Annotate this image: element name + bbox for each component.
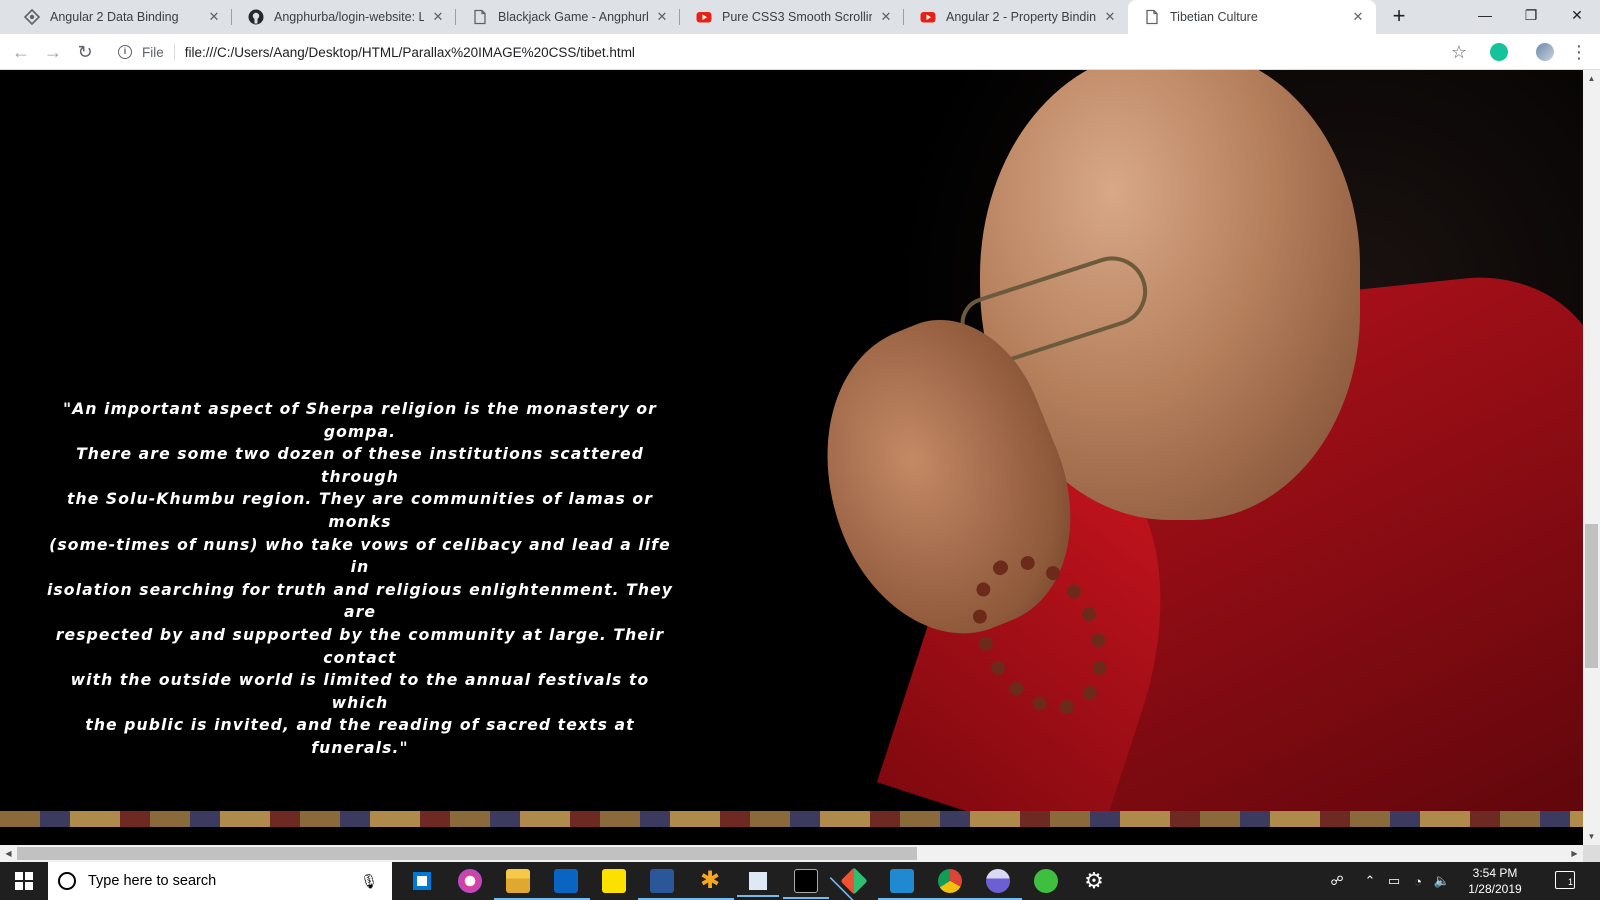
angular-favicon-icon [24, 9, 40, 25]
app-icon[interactable] [974, 869, 1022, 900]
grammarly-extension-icon[interactable] [1490, 43, 1508, 61]
youtube-favicon-icon [696, 9, 712, 25]
quote-line: There are some two dozen of these instit… [76, 445, 644, 486]
calculator-icon[interactable] [737, 869, 779, 897]
minimize-button[interactable]: — [1462, 0, 1508, 30]
tab-title: Angular 2 - Property Binding - [946, 10, 1096, 24]
people-icon[interactable]: ☍ [1326, 862, 1348, 900]
battery-icon[interactable]: ▭ [1384, 862, 1404, 900]
quote-line: respected by and supported by the commun… [55, 625, 665, 667]
taskbar-search-box[interactable]: Type here to search 🎙 [48, 862, 392, 900]
tab-title: Angular 2 Data Binding [50, 10, 179, 24]
sticky-notes-icon[interactable] [602, 869, 626, 893]
microphone-icon[interactable]: 🎙 [360, 873, 378, 890]
monk-portrait-image [810, 70, 1583, 827]
quote-line: (some-times of nuns) who take vows of ce… [49, 535, 671, 577]
wifi-icon[interactable]: ◔ [1408, 862, 1428, 900]
quote-line: isolation searching for truth and religi… [46, 580, 674, 622]
settings-icon[interactable]: ⚙ [1082, 869, 1106, 893]
store-icon[interactable] [410, 869, 434, 893]
git-icon[interactable] [840, 867, 868, 895]
show-hidden-icons-chevron-icon[interactable]: ⌃ [1360, 862, 1380, 900]
vertical-scroll-thumb[interactable] [1585, 524, 1598, 668]
back-button[interactable]: ← [9, 40, 33, 64]
next-section-image-strip [0, 811, 1583, 827]
clock-date: 1/28/2019 [1468, 882, 1522, 896]
scroll-right-arrow-icon[interactable]: ▶ [1566, 845, 1583, 862]
notification-count: 1 [1567, 877, 1573, 887]
close-icon[interactable]: ✕ [206, 9, 222, 25]
windows-taskbar: Type here to search 🎙 ✱ ⚙ ☍ ⌃ ▭ ◔ 🔈 3:54… [0, 862, 1600, 900]
terminal-icon[interactable] [783, 869, 829, 899]
tab-title: Blackjack Game - Angphurba S [498, 10, 648, 24]
github-favicon-icon [248, 9, 264, 25]
close-icon[interactable]: ✕ [1350, 9, 1366, 25]
scrollbar-corner [1583, 845, 1600, 862]
outlook-icon[interactable] [542, 869, 590, 900]
document-favicon-icon [1144, 9, 1160, 25]
tab-blackjack-game[interactable]: Blackjack Game - Angphurba S ✕ [456, 0, 680, 34]
close-icon[interactable]: ✕ [430, 9, 446, 25]
restore-button[interactable]: ❐ [1508, 0, 1554, 30]
hero-section: "An important aspect of Sherpa religion … [0, 70, 1583, 827]
close-window-button[interactable]: ✕ [1554, 0, 1600, 30]
close-icon[interactable]: ✕ [878, 9, 894, 25]
kebab-menu-icon[interactable]: ⋮ [1570, 41, 1588, 63]
tab-github-login-website[interactable]: Angphurba/login-website: Log ✕ [232, 0, 456, 34]
scroll-down-arrow-icon[interactable]: ▼ [1583, 828, 1600, 845]
tab-tibetian-culture[interactable]: Tibetian Culture ✕ [1128, 0, 1376, 34]
info-icon[interactable]: i [118, 45, 132, 59]
youtube-favicon-icon [920, 9, 936, 25]
search-placeholder: Type here to search [88, 873, 217, 889]
tab-title: Angphurba/login-website: Log [274, 10, 424, 24]
quote-line: with the outside world is limited to the… [70, 671, 650, 712]
word-icon[interactable] [638, 869, 686, 900]
tab-strip: Angular 2 Data Binding ✕ Angphurba/login… [0, 0, 1600, 34]
file-explorer-icon[interactable] [494, 869, 542, 900]
slack-icon[interactable]: ✱ [686, 869, 734, 900]
tab-angular-property-binding[interactable]: Angular 2 - Property Binding - ✕ [904, 0, 1128, 34]
action-center-notification-icon[interactable]: 1 [1555, 871, 1575, 889]
sherpa-religion-quote: "An important aspect of Sherpa religion … [40, 398, 680, 760]
forward-button[interactable]: → [41, 40, 65, 64]
tab-angular-data-binding[interactable]: Angular 2 Data Binding ✕ [8, 0, 232, 34]
green-app-icon[interactable] [1034, 869, 1058, 893]
taskbar-clock[interactable]: 3:54 PM 1/28/2019 [1460, 865, 1530, 897]
tab-title: Pure CSS3 Smooth Scrolling To [722, 10, 872, 24]
chrome-icon[interactable] [926, 869, 974, 900]
cortana-icon [58, 872, 76, 890]
volume-icon[interactable]: 🔈 [1432, 862, 1452, 900]
scroll-left-arrow-icon[interactable]: ◀ [0, 845, 17, 862]
new-tab-button[interactable]: + [1386, 5, 1412, 29]
scroll-up-arrow-icon[interactable]: ▲ [1583, 70, 1600, 87]
close-icon[interactable]: ✕ [1102, 9, 1118, 25]
itunes-icon[interactable] [458, 869, 482, 893]
windows-logo-icon [15, 872, 33, 890]
clock-time: 3:54 PM [1472, 866, 1518, 880]
horizontal-scroll-thumb[interactable] [17, 847, 917, 860]
address-bar[interactable]: i File file:///C:/Users/Aang/Desktop/HTM… [110, 38, 1470, 66]
horizontal-scrollbar[interactable]: ◀ ▶ [0, 845, 1583, 862]
vscode-icon[interactable] [878, 869, 926, 900]
close-icon[interactable]: ✕ [654, 9, 670, 25]
quote-line: the Solu-Khumbu region. They are communi… [66, 490, 654, 531]
reload-button[interactable]: ↻ [73, 40, 97, 64]
start-button[interactable] [0, 862, 48, 900]
url-text[interactable]: file:///C:/Users/Aang/Desktop/HTML/Paral… [185, 45, 635, 60]
tab-title: Tibetian Culture [1170, 10, 1258, 24]
scheme-label: File [142, 44, 164, 60]
omnibox-divider [173, 44, 175, 60]
profile-avatar-icon[interactable] [1536, 43, 1554, 61]
document-favicon-icon [472, 9, 488, 25]
page-viewport: "An important aspect of Sherpa religion … [0, 70, 1583, 845]
quote-line: "An important aspect of Sherpa religion … [63, 400, 657, 441]
bookmark-star-icon[interactable]: ☆ [1448, 41, 1470, 63]
quote-line: the public is invited, and the reading o… [85, 716, 635, 757]
browser-toolbar: ← → ↻ i File file:///C:/Users/Aang/Deskt… [0, 34, 1600, 70]
tab-css3-smooth-scrolling[interactable]: Pure CSS3 Smooth Scrolling To ✕ [680, 0, 904, 34]
vertical-scrollbar[interactable]: ▲ ▼ [1583, 70, 1600, 845]
